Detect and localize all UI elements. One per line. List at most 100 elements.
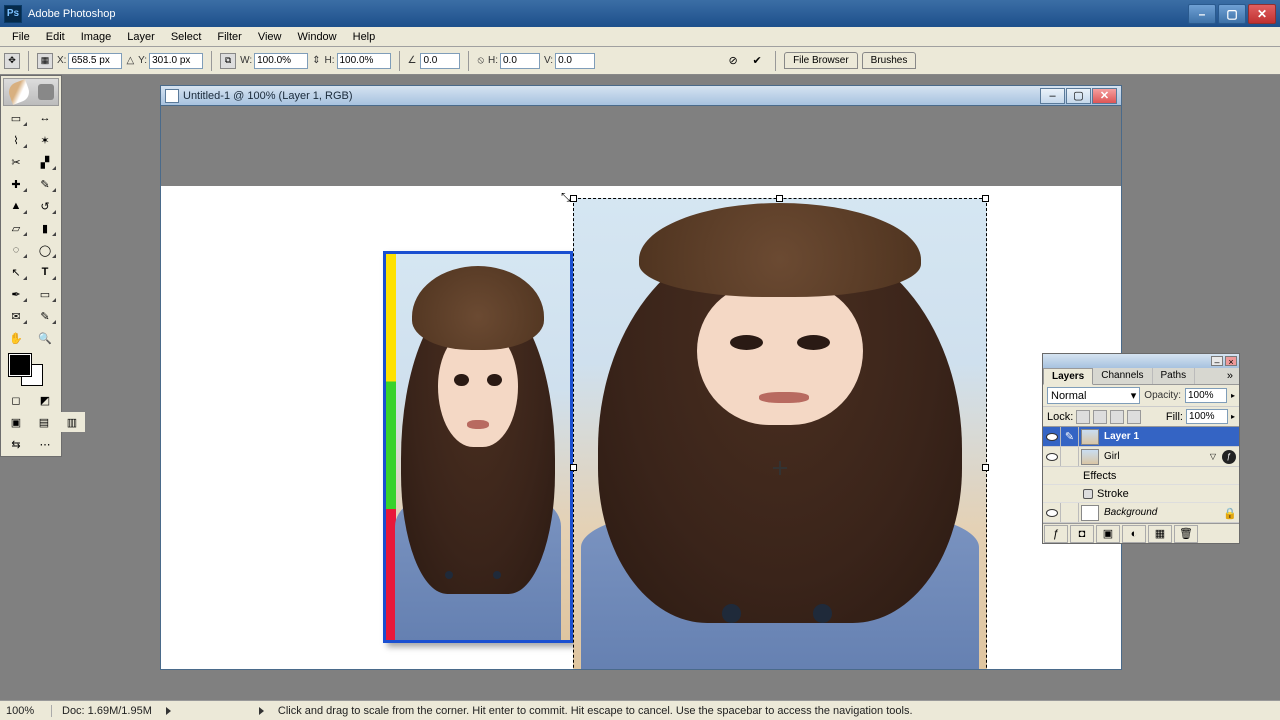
tools-palette[interactable]: ▭ ↔ ⌇ ✶ ✂ ▞ ✚ ✎ ▲ ↺ ▱ ▮ ◌ ◯ ↖ T ✒ ▭ ✉ ✎: [0, 75, 62, 457]
add-style-button[interactable]: ƒ: [1044, 525, 1068, 543]
visibility-toggle[interactable]: [1043, 503, 1061, 522]
layers-panel[interactable]: – × Layers Channels Paths » Normal▾ Opac…: [1042, 353, 1240, 544]
healing-brush-tool[interactable]: ✚: [3, 174, 29, 194]
visibility-toggle[interactable]: [1043, 447, 1061, 466]
window-minimize-button[interactable]: –: [1188, 4, 1216, 24]
color-swatches[interactable]: [3, 352, 59, 388]
layer-name[interactable]: Background: [1101, 507, 1219, 518]
new-set-button[interactable]: ▣: [1096, 525, 1120, 543]
lasso-tool[interactable]: ⌇: [3, 130, 29, 150]
add-mask-button[interactable]: ◘: [1070, 525, 1094, 543]
link-toggle[interactable]: [1061, 503, 1079, 522]
layer-name[interactable]: Girl: [1101, 451, 1207, 462]
lock-transparency-button[interactable]: [1076, 410, 1090, 424]
panel-minimize-button[interactable]: –: [1211, 356, 1223, 366]
extra-tool-button[interactable]: ⋯: [32, 434, 58, 454]
tab-paths[interactable]: Paths: [1153, 368, 1196, 384]
w-input[interactable]: 100.0%: [254, 53, 308, 69]
move-tool[interactable]: ↔: [32, 108, 58, 128]
slice-tool[interactable]: ▞: [32, 152, 58, 172]
status-menu-icon[interactable]: [166, 707, 171, 715]
window-close-button[interactable]: ✕: [1248, 4, 1276, 24]
y-input[interactable]: 301.0 px: [149, 53, 203, 69]
doc-close-button[interactable]: ✕: [1092, 88, 1117, 104]
layer-thumbnail[interactable]: [1081, 449, 1099, 465]
menu-layer[interactable]: Layer: [119, 29, 163, 45]
layer-thumbnail[interactable]: [1081, 429, 1099, 445]
file-browser-tab[interactable]: File Browser: [784, 52, 858, 69]
clone-stamp-tool[interactable]: ▲: [3, 196, 29, 216]
type-tool[interactable]: T: [32, 262, 58, 282]
menu-view[interactable]: View: [250, 29, 290, 45]
current-tool-icon[interactable]: ✥: [4, 53, 20, 69]
skewh-input[interactable]: 0.0: [500, 53, 540, 69]
brush-tool[interactable]: ✎: [32, 174, 58, 194]
h-input[interactable]: 100.0%: [337, 53, 391, 69]
layer-row-background[interactable]: Background 🔒: [1043, 503, 1239, 523]
marquee-tool[interactable]: ▭: [3, 108, 29, 128]
tab-layers[interactable]: Layers: [1043, 368, 1093, 385]
eraser-tool[interactable]: ▱: [3, 218, 29, 238]
visibility-toggle[interactable]: [1043, 427, 1061, 446]
notes-tool[interactable]: ✉: [3, 306, 29, 326]
x-input[interactable]: 658.5 px: [68, 53, 122, 69]
document-titlebar[interactable]: Untitled-1 @ 100% (Layer 1, RGB) – ▢ ✕: [161, 86, 1121, 106]
screen-standard-button[interactable]: ▣: [3, 412, 29, 432]
menu-edit[interactable]: Edit: [38, 29, 73, 45]
cancel-transform-button[interactable]: ⊘: [723, 51, 743, 71]
menu-image[interactable]: Image: [73, 29, 120, 45]
jump-to-imageready-button[interactable]: ⇆: [3, 434, 29, 454]
blur-tool[interactable]: ◌: [3, 240, 29, 260]
new-adjustment-button[interactable]: ◐: [1122, 525, 1146, 543]
shape-tool[interactable]: ▭: [32, 284, 58, 304]
opacity-input[interactable]: 100%: [1185, 388, 1227, 403]
skewv-input[interactable]: 0.0: [555, 53, 595, 69]
lock-position-button[interactable]: [1110, 410, 1124, 424]
doc-maximize-button[interactable]: ▢: [1066, 88, 1091, 104]
path-tool[interactable]: ↖: [3, 262, 29, 282]
link-icon[interactable]: ⇕: [312, 55, 320, 66]
magic-wand-tool[interactable]: ✶: [32, 130, 58, 150]
canvas[interactable]: ⤡: [161, 186, 1121, 669]
menu-select[interactable]: Select: [163, 29, 210, 45]
link-toggle[interactable]: ✎: [1061, 427, 1079, 446]
gradient-tool[interactable]: ▮: [32, 218, 58, 238]
effects-toggle-icon[interactable]: ▽: [1207, 452, 1219, 461]
angle-input[interactable]: 0.0: [420, 53, 460, 69]
menu-window[interactable]: Window: [290, 29, 345, 45]
link-toggle[interactable]: [1061, 447, 1079, 466]
layer-row-layer1[interactable]: ✎ Layer 1: [1043, 427, 1239, 447]
brushes-tab[interactable]: Brushes: [862, 52, 917, 69]
commit-transform-button[interactable]: ✔: [747, 51, 767, 71]
imageready-icon[interactable]: [38, 84, 54, 100]
layer-effect-stroke[interactable]: Stroke: [1043, 485, 1239, 503]
zoom-tool[interactable]: 🔍: [32, 328, 58, 348]
quickmask-mode-button[interactable]: ◩: [32, 390, 58, 410]
pen-tool[interactable]: ✒: [3, 284, 29, 304]
lock-all-button[interactable]: [1127, 410, 1141, 424]
layer-list[interactable]: ✎ Layer 1 Girl ▽ ƒ Effects: [1043, 427, 1239, 523]
panel-menu-button[interactable]: »: [1221, 368, 1239, 384]
layer-thumbnail[interactable]: [1081, 505, 1099, 521]
link-wh-icon[interactable]: ⧉: [220, 53, 236, 69]
panel-close-button[interactable]: ×: [1225, 356, 1237, 366]
fill-input[interactable]: 100%: [1186, 409, 1228, 424]
lock-image-button[interactable]: [1093, 410, 1107, 424]
zoom-level[interactable]: 100%: [6, 705, 52, 717]
foreground-color-swatch[interactable]: [9, 354, 31, 376]
window-maximize-button[interactable]: ▢: [1218, 4, 1246, 24]
document-viewport[interactable]: ⤡: [161, 106, 1121, 669]
eyedropper-tool[interactable]: ✎: [32, 306, 58, 326]
history-brush-tool[interactable]: ↺: [32, 196, 58, 216]
dodge-tool[interactable]: ◯: [32, 240, 58, 260]
layer-row-girl[interactable]: Girl ▽ ƒ: [1043, 447, 1239, 467]
tab-channels[interactable]: Channels: [1093, 368, 1152, 384]
new-layer-button[interactable]: ▦: [1148, 525, 1172, 543]
menu-help[interactable]: Help: [345, 29, 384, 45]
hand-tool[interactable]: ✋: [3, 328, 29, 348]
doc-minimize-button[interactable]: –: [1040, 88, 1065, 104]
delete-layer-button[interactable]: 🗑: [1174, 525, 1198, 543]
document-window[interactable]: Untitled-1 @ 100% (Layer 1, RGB) – ▢ ✕: [160, 85, 1122, 670]
reference-point-icon[interactable]: ▦: [37, 53, 53, 69]
crop-tool[interactable]: ✂: [3, 152, 29, 172]
